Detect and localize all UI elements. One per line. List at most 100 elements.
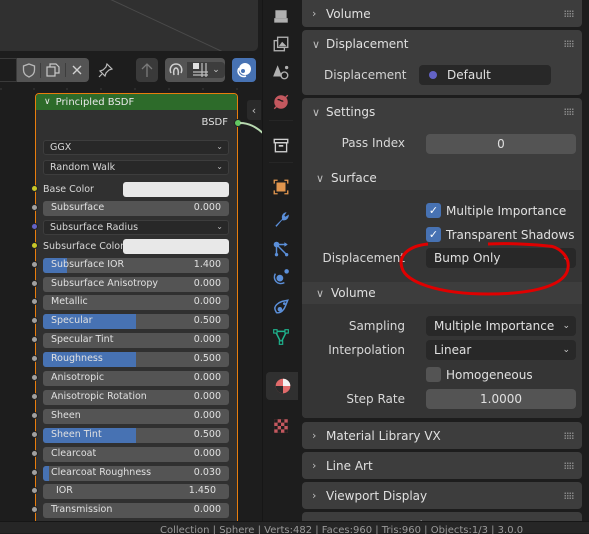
material-tab[interactable] (266, 372, 299, 400)
input-transmission-slider[interactable]: Transmission 0.000 (43, 503, 229, 518)
input-ior-slider[interactable]: IOR 1.450 (43, 484, 229, 499)
modifiers-tab[interactable] (266, 205, 296, 233)
pass-index-field[interactable]: 0 (426, 134, 576, 154)
input-base-color[interactable]: Base Color (43, 182, 229, 197)
input-socket[interactable] (31, 450, 38, 457)
input-roughness-slider[interactable]: Roughness 0.500 (43, 352, 229, 367)
input-subsurface-anisotropy-slider[interactable]: Subsurface Anisotropy 0.000 (43, 277, 229, 292)
view-layer-tab[interactable] (266, 30, 296, 58)
surface-subpanel-header[interactable]: ∨ Surface (316, 171, 377, 185)
panel-header[interactable]: ∨ Settings (302, 98, 582, 126)
input-socket[interactable] (31, 393, 38, 400)
volume-subpanel-header[interactable]: ∨ Volume (316, 286, 376, 300)
panel-material-library-vx[interactable]: › Material Library VX (302, 422, 582, 449)
input-specular-tint-slider[interactable]: Specular Tint 0.000 (43, 333, 229, 348)
input-socket[interactable] (31, 242, 38, 249)
input-socket[interactable] (31, 355, 38, 362)
panel-header[interactable]: › Material Library VX (302, 422, 582, 449)
panel-header[interactable]: ∨ Displacement (302, 30, 582, 58)
panel-viewport-display[interactable]: › Viewport Display (302, 482, 582, 509)
input-socket[interactable] (31, 298, 38, 305)
input-specular-slider[interactable]: Specular 0.500 (43, 314, 229, 329)
drag-handle[interactable] (564, 40, 574, 47)
input-socket[interactable] (31, 374, 38, 381)
world-tab[interactable] (266, 88, 296, 116)
input-metallic-slider[interactable]: Metallic 0.000 (43, 295, 229, 310)
panel-header[interactable]: › Line Art (302, 452, 582, 479)
input-socket[interactable] (31, 506, 38, 513)
input-socket[interactable] (31, 223, 38, 230)
collapse-chevron-icon[interactable]: ∨ (44, 97, 51, 107)
input-socket[interactable] (31, 204, 38, 211)
particles-tab[interactable] (266, 235, 296, 263)
viewport-region[interactable] (0, 0, 258, 51)
input-socket[interactable] (31, 431, 38, 438)
fake-user-button[interactable] (17, 62, 42, 78)
chevron-right-icon: › (312, 429, 317, 442)
input-sheen-slider[interactable]: Sheen 0.000 (43, 409, 229, 424)
subsurface-method-dropdown[interactable]: Random Walk ⌄ (43, 160, 229, 175)
panel-header[interactable]: ›Custom Properties (302, 512, 582, 522)
color-swatch[interactable] (123, 182, 229, 197)
panel-header[interactable]: › Viewport Display (302, 482, 582, 509)
drag-handle[interactable] (564, 492, 574, 499)
homogeneous-checkbox[interactable]: Homogeneous (426, 367, 533, 382)
displacement-socket-field[interactable]: Default (419, 65, 551, 85)
input-subsurface-slider[interactable]: Subsurface 0.000 (43, 201, 229, 216)
unlink-button[interactable] (66, 64, 89, 76)
input-anisotropic-rotation-slider[interactable]: Anisotropic Rotation 0.000 (43, 390, 229, 405)
drag-handle[interactable] (564, 108, 574, 115)
input-socket[interactable] (31, 261, 38, 268)
input-socket[interactable] (31, 317, 38, 324)
panel-volume[interactable]: › Volume (302, 0, 582, 27)
input-clearcoat-slider[interactable]: Clearcoat 0.000 (43, 447, 229, 462)
parent-node-tree-button[interactable] (136, 58, 158, 82)
transparent-shadows-checkbox[interactable]: ✓ Transparent Shadows (426, 227, 574, 242)
input-socket[interactable] (31, 487, 38, 494)
shield-icon (22, 62, 35, 78)
step-rate-field[interactable]: 1.0000 (426, 389, 576, 409)
drag-handle[interactable] (564, 10, 574, 17)
data-tab[interactable] (266, 323, 296, 351)
input-socket[interactable] (31, 185, 38, 192)
collection-tab[interactable] (266, 131, 296, 159)
input-socket[interactable] (31, 469, 38, 476)
pin-button[interactable] (95, 58, 117, 82)
sidebar-toggle-button[interactable]: ‹ (247, 100, 261, 120)
drag-handle[interactable] (564, 432, 574, 439)
panel-custom-properties[interactable]: ›Custom Properties (302, 512, 582, 521)
duplicate-button[interactable] (41, 63, 66, 77)
input-subsurface-radius[interactable]: Subsurface Radius ⌄ (43, 220, 229, 235)
texture-tab[interactable] (266, 412, 296, 440)
physics-tab[interactable] (266, 263, 296, 291)
interpolation-dropdown[interactable]: Linear ⌄ (426, 340, 576, 360)
distribution-dropdown[interactable]: GGX ⌄ (43, 140, 229, 155)
panel-line-art[interactable]: › Line Art (302, 452, 582, 479)
node-editor[interactable]: ⌄ ∨ Principled BSDF BSDF GGX ⌄ Random Walk… (0, 0, 262, 521)
node-header[interactable]: ∨ Principled BSDF (36, 94, 237, 110)
color-swatch[interactable] (123, 239, 229, 254)
overlay-toggle[interactable] (232, 58, 256, 82)
snap-element-dropdown[interactable]: ⌄ (187, 62, 225, 78)
constraints-tab[interactable] (266, 293, 296, 321)
output-tab[interactable] (266, 3, 296, 31)
input-anisotropic-slider[interactable]: Anisotropic 0.000 (43, 371, 229, 386)
material-name-field[interactable] (0, 58, 17, 82)
input-clearcoat-roughness-slider[interactable]: Clearcoat Roughness 0.030 (43, 466, 229, 481)
input-sheen-tint-slider[interactable]: Sheen Tint 0.500 (43, 428, 229, 443)
drag-handle[interactable] (564, 462, 574, 469)
sampling-dropdown[interactable]: Multiple Importance ⌄ (426, 316, 576, 336)
input-subsurface-ior-slider[interactable]: Subsurface IOR 1.400 (43, 258, 229, 273)
input-socket[interactable] (31, 336, 38, 343)
displacement-method-dropdown[interactable]: Bump Only ⌄ (426, 248, 576, 268)
principled-bsdf-node[interactable]: ∨ Principled BSDF BSDF GGX ⌄ Random Walk ⌄ B… (35, 93, 238, 521)
input-socket[interactable] (31, 280, 38, 287)
scene-tab[interactable] (266, 58, 296, 86)
multiple-importance-checkbox[interactable]: ✓ Multiple Importance (426, 203, 566, 218)
input-socket[interactable] (31, 412, 38, 419)
overlay-icon (237, 63, 251, 78)
snap-toggle[interactable] (165, 62, 187, 78)
object-tab[interactable] (266, 173, 296, 201)
input-subsurface-color[interactable]: Subsurface Color (43, 239, 229, 254)
node-title: Principled BSDF (55, 96, 135, 108)
